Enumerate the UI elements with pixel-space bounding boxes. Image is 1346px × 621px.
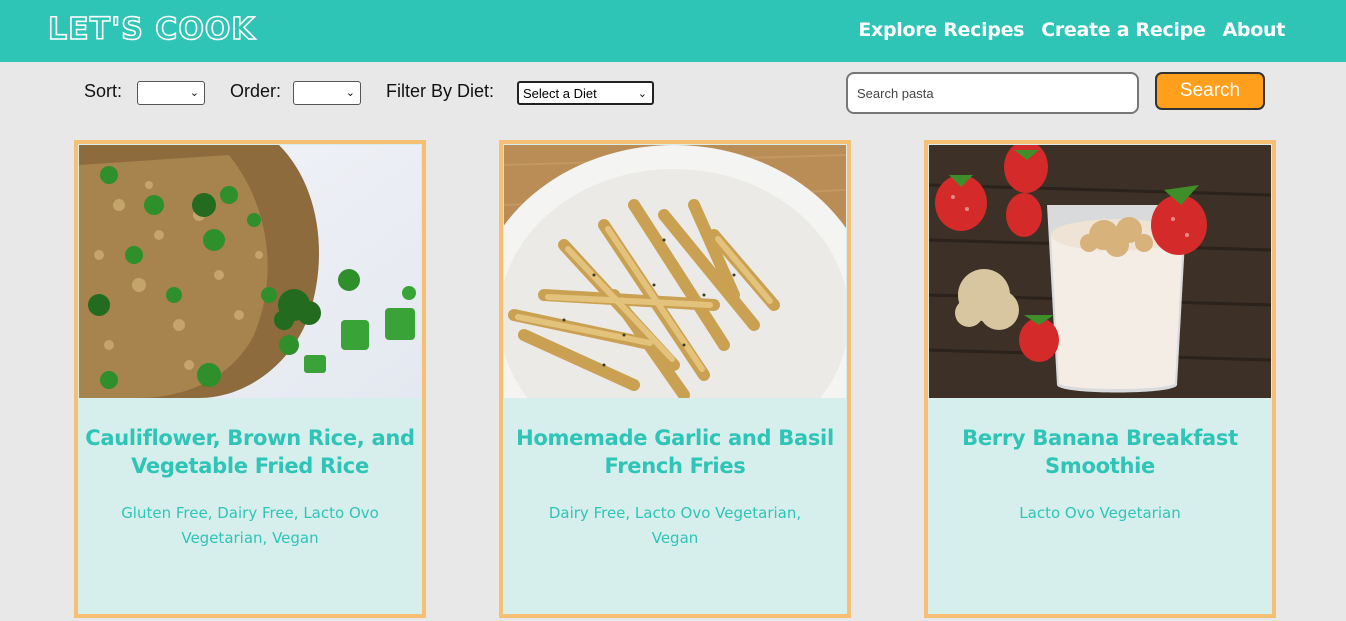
sort-label: Sort:: [84, 81, 123, 101]
search-button[interactable]: Search: [1155, 72, 1265, 110]
recipe-card-smoothie[interactable]: Berry Banana Breakfast Smoothie Lacto Ov…: [924, 140, 1276, 618]
nav-explore-recipes[interactable]: Explore Recipes: [858, 17, 1024, 43]
sort-select[interactable]: ⌄: [137, 81, 205, 105]
nav-create-recipe[interactable]: Create a Recipe: [1041, 17, 1206, 43]
recipe-title[interactable]: Homemade Garlic and Basil French Fries: [503, 424, 847, 480]
filter-toolbar: Sort: ⌄ Order: ⌄ Filter By Diet: Select …: [0, 62, 1346, 132]
order-label: Order:: [230, 81, 282, 101]
chevron-down-icon: ⌄: [637, 88, 647, 100]
recipe-image-smoothie: [929, 145, 1271, 398]
diet-select[interactable]: Select a Diet ⌄: [517, 81, 654, 105]
order-select[interactable]: ⌄: [293, 81, 361, 105]
recipe-title[interactable]: Cauliflower, Brown Rice, and Vegetable F…: [78, 424, 422, 480]
site-logo[interactable]: LET'S COOK: [47, 11, 256, 48]
recipe-title[interactable]: Berry Banana Breakfast Smoothie: [928, 424, 1272, 480]
diet-select-value: Select a Diet: [523, 85, 597, 101]
nav-about[interactable]: About: [1223, 17, 1286, 43]
chevron-down-icon: ⌄: [345, 87, 355, 99]
recipe-image-fried-rice: [79, 145, 421, 398]
top-navbar: LET'S COOK Explore Recipes Create a Reci…: [0, 0, 1346, 62]
search-input[interactable]: [846, 72, 1139, 114]
recipe-diets: Lacto Ovo Vegetarian: [1019, 504, 1181, 522]
recipe-card-fried-rice[interactable]: Cauliflower, Brown Rice, and Vegetable F…: [74, 140, 426, 618]
diet-filter-label: Filter By Diet:: [386, 81, 495, 101]
recipe-image-french-fries: [504, 145, 846, 398]
chevron-down-icon: ⌄: [189, 87, 199, 99]
recipe-card-french-fries[interactable]: Homemade Garlic and Basil French Fries D…: [499, 140, 851, 618]
nav-links: Explore Recipes Create a Recipe About: [858, 17, 1285, 43]
recipe-diets: Dairy Free, Lacto Ovo Vegetarian, Vegan: [548, 504, 802, 547]
recipe-diets: Gluten Free, Dairy Free, Lacto Ovo Veget…: [121, 504, 379, 547]
